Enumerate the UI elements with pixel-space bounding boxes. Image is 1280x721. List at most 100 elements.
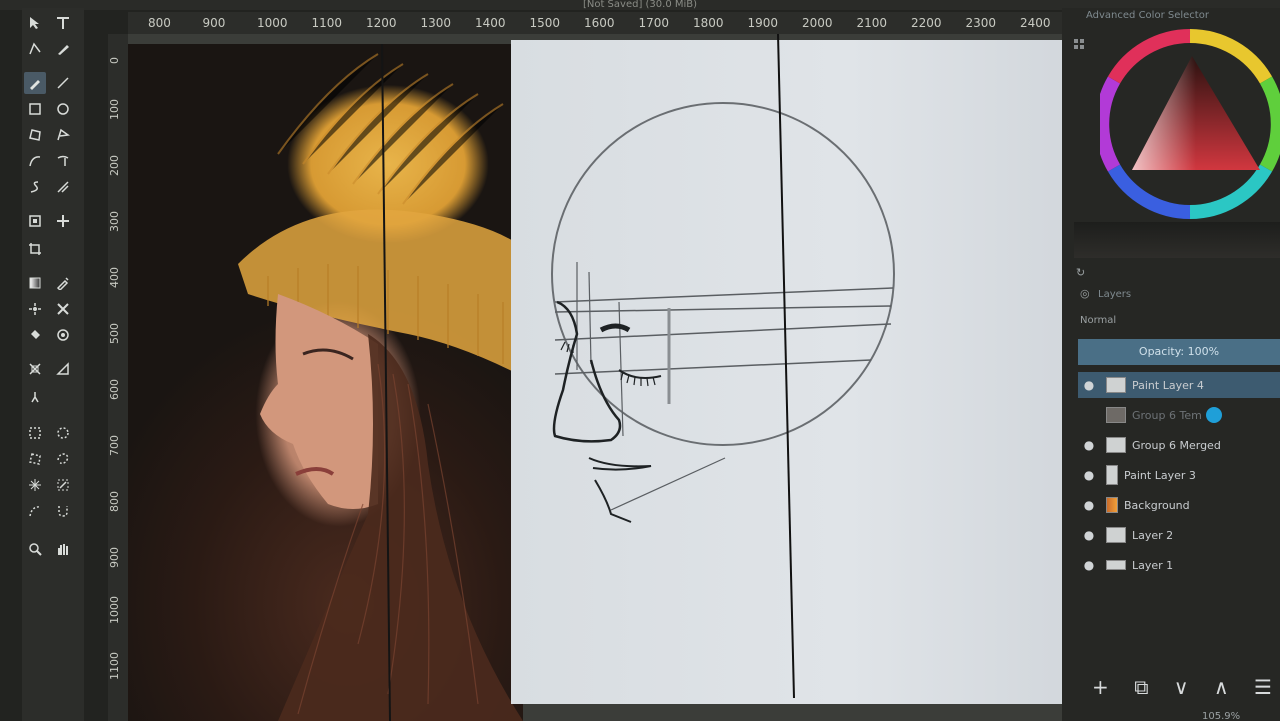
drawing-sheet[interactable]: [511, 40, 1071, 704]
add-layer-button[interactable]: +: [1092, 675, 1109, 699]
assistant-icon[interactable]: [24, 358, 46, 380]
reference-photo: [128, 44, 523, 721]
duplicate-layer-button[interactable]: ⧉: [1134, 675, 1148, 699]
color-history-strip[interactable]: [1074, 222, 1280, 258]
reference-images-icon[interactable]: [24, 386, 46, 408]
select-shapes-icon[interactable]: [24, 12, 46, 34]
eye-icon[interactable]: ●: [1078, 528, 1100, 542]
polyline-icon[interactable]: [52, 124, 74, 146]
ruler-tick-label: 800: [108, 491, 121, 512]
edit-shapes-icon[interactable]: [24, 38, 46, 60]
ruler-tick-label: 2100: [856, 16, 888, 30]
opacity-value: 100%: [1187, 345, 1220, 358]
ruler-tick-label: 2200: [911, 16, 942, 30]
text-icon[interactable]: [52, 12, 74, 34]
ruler-tick-label: 1900: [747, 16, 779, 30]
eye-icon[interactable]: ●: [1078, 558, 1100, 572]
ruler-tick-label: 1400: [475, 16, 506, 30]
toolbox: [22, 8, 84, 721]
layer-thumbnail: [1106, 377, 1126, 393]
canvas-area[interactable]: [128, 34, 1072, 721]
move-layer-up-button[interactable]: ∧: [1214, 675, 1229, 699]
ruler-tick-label: 900: [202, 16, 226, 30]
ruler-tick-label: 2000: [802, 16, 833, 30]
layers-title: Layers: [1098, 289, 1132, 300]
settings-icon[interactable]: [1072, 36, 1086, 55]
pan-icon[interactable]: [52, 538, 74, 560]
vertical-ruler: 0 100 200 300 400 500 600 700 800 900 1000 1100: [108, 34, 128, 721]
ruler-tick-label: 900: [108, 547, 121, 568]
layer-thumbnail: [1106, 437, 1126, 453]
fill-icon[interactable]: [24, 324, 46, 346]
zoom-level: 105.9%: [1202, 711, 1241, 721]
gradient-icon[interactable]: [24, 272, 46, 294]
eye-icon[interactable]: ●: [1078, 498, 1100, 512]
ruler-tick-label: 100: [108, 99, 121, 120]
bezier-select-icon[interactable]: [24, 500, 46, 522]
transform-icon[interactable]: [24, 210, 46, 232]
freehand-path-icon[interactable]: [52, 150, 74, 172]
layer-row[interactable]: ● Background: [1078, 492, 1280, 518]
dynamic-brush-icon[interactable]: [24, 176, 46, 198]
move-layer-down-button[interactable]: ∨: [1174, 675, 1189, 699]
layer-row[interactable]: ● Paint Layer 4: [1078, 372, 1280, 398]
colorize-mask-icon[interactable]: [24, 298, 46, 320]
ruler-tick-label: 500: [108, 323, 121, 344]
ruler-tick-label: 1300: [420, 16, 452, 30]
color-picker-icon[interactable]: [52, 272, 74, 294]
ellipse-icon[interactable]: [52, 98, 74, 120]
layer-name: Background: [1124, 498, 1190, 512]
polygon-icon[interactable]: [24, 124, 46, 146]
layer-thumbnail: [1106, 560, 1126, 570]
horizontal-ruler: 800 900 1000 1100 1200 1300 1400 1500 1600 1700 18…: [128, 12, 1072, 34]
calligraphy-icon[interactable]: [52, 38, 74, 60]
eye-icon[interactable]: ●: [1078, 378, 1100, 392]
zoom-icon[interactable]: [24, 538, 46, 560]
eye-icon[interactable]: ●: [1078, 438, 1100, 452]
ruler-tick-label: 800: [148, 16, 171, 30]
freehand-select-icon[interactable]: [52, 448, 74, 470]
polygon-select-icon[interactable]: [24, 448, 46, 470]
layer-row[interactable]: ● Paint Layer 3: [1078, 462, 1280, 488]
ruler-tick-label: 200: [108, 155, 121, 176]
layer-row[interactable]: ● Group 6 Merged: [1078, 432, 1280, 458]
ruler-tick-label: 1600: [584, 16, 615, 30]
move-icon[interactable]: [52, 210, 74, 232]
layer-thumbnail: [1106, 527, 1126, 543]
layers-icon: ◎: [1080, 287, 1090, 300]
ruler-tick-label: 1800: [693, 16, 724, 30]
rectangle-icon[interactable]: [24, 98, 46, 120]
measure-icon[interactable]: [52, 358, 74, 380]
refresh-icon[interactable]: ↻: [1076, 266, 1085, 279]
layer-row[interactable]: Group 6 Tem: [1078, 402, 1280, 428]
magnetic-select-icon[interactable]: [52, 500, 74, 522]
layer-row[interactable]: ● Layer 1: [1078, 552, 1280, 578]
freehand-brush-icon[interactable]: [24, 72, 46, 94]
opacity-label: Opacity:: [1138, 345, 1185, 358]
crop-icon[interactable]: [24, 238, 46, 260]
ruler-tick-label: 600: [108, 379, 121, 400]
contiguous-select-icon[interactable]: [24, 474, 46, 496]
layer-row[interactable]: ● Layer 2: [1078, 522, 1280, 548]
layer-thumbnail: [1106, 465, 1118, 485]
ruler-tick-label: 0: [108, 57, 121, 64]
ruler-tick-label: 1100: [108, 652, 121, 680]
opacity-slider[interactable]: Opacity: 100%: [1078, 339, 1280, 365]
smart-patch-icon[interactable]: [52, 298, 74, 320]
layer-name: Layer 1: [1132, 558, 1174, 572]
multibrush-icon[interactable]: [52, 176, 74, 198]
color-wheel[interactable]: [1095, 26, 1280, 230]
layer-name: Group 6 Merged: [1132, 438, 1221, 452]
pattern-fill-icon[interactable]: [52, 324, 74, 346]
ruler-tick-label: 1500: [529, 16, 561, 30]
line-icon[interactable]: [52, 72, 74, 94]
eye-icon[interactable]: ●: [1078, 468, 1100, 482]
bezier-icon[interactable]: [24, 150, 46, 172]
rect-select-icon[interactable]: [24, 422, 46, 444]
ruler-tick-label: 400: [108, 267, 121, 288]
similar-select-icon[interactable]: [52, 474, 74, 496]
layer-properties-button[interactable]: ☰: [1254, 675, 1272, 699]
ellipse-select-icon[interactable]: [52, 422, 74, 444]
krita-window: [Not Saved] (30.0 MiB) 800 900 1000 1100…: [0, 0, 1280, 721]
blend-mode-select[interactable]: Normal: [1080, 315, 1116, 326]
